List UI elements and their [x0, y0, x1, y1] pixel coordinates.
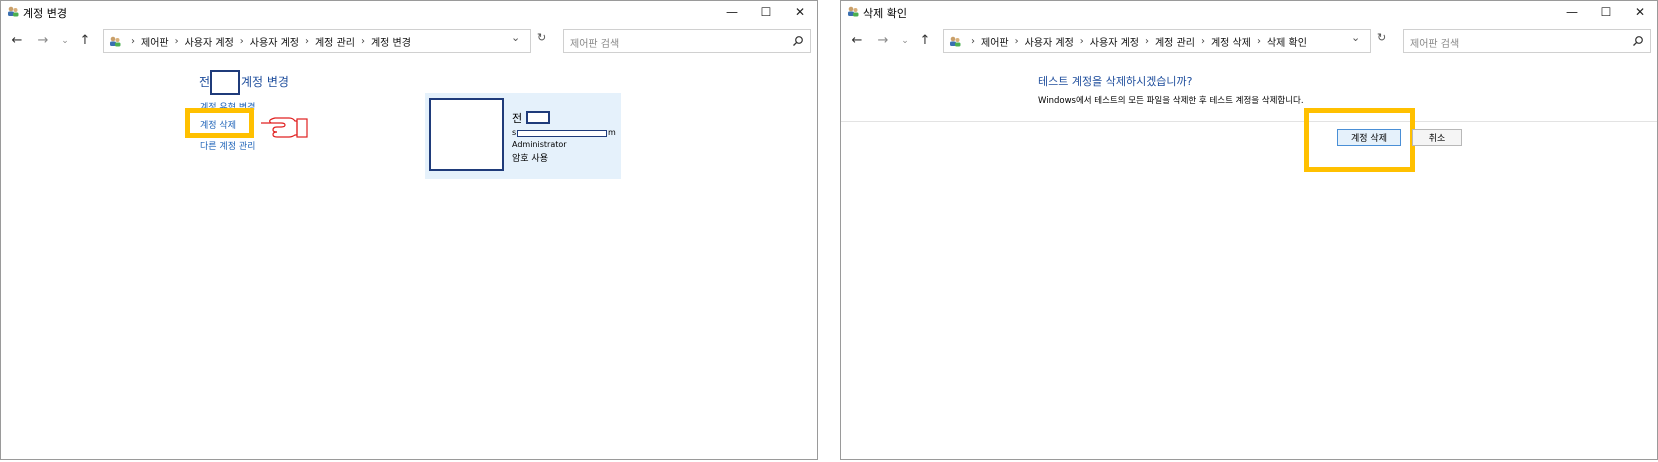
- manage-other-account-link[interactable]: 다른 계정 관리: [200, 139, 255, 152]
- breadcrumb-confirm-delete[interactable]: 삭제 확인: [1267, 34, 1307, 49]
- account-email-redaction: [517, 130, 607, 137]
- breadcrumb-delete-account[interactable]: 계정 삭제: [1211, 34, 1251, 49]
- breadcrumb-manage-accounts[interactable]: 계정 관리: [315, 34, 355, 49]
- change-account-window: 계정 변경 — ☐ ✕ ← → ⌄ ↑ › 제어판 › 사용자 계정 › 사용자 계정…: [0, 0, 818, 460]
- recent-dropdown-icon[interactable]: ⌄: [897, 33, 913, 49]
- account-email-suffix: m: [608, 128, 616, 137]
- delete-account-button[interactable]: 계정 삭제: [1337, 129, 1401, 146]
- highlight-box: [185, 108, 254, 138]
- account-type: Administrator: [512, 140, 567, 149]
- breadcrumb-control-panel[interactable]: 제어판: [981, 34, 1009, 49]
- user-accounts-icon: [8, 6, 19, 17]
- cancel-button[interactable]: 취소: [1412, 129, 1462, 146]
- breadcrumb-user-accounts-2[interactable]: 사용자 계정: [1090, 34, 1139, 49]
- minimize-button[interactable]: —: [1555, 1, 1589, 23]
- refresh-icon[interactable]: ↻: [537, 31, 546, 44]
- window-title: 삭제 확인: [863, 7, 907, 20]
- search-placeholder: 제어판 검색: [1410, 39, 1460, 50]
- breadcrumb-user-accounts-2[interactable]: 사용자 계정: [250, 34, 299, 49]
- up-arrow-icon[interactable]: ↑: [917, 33, 933, 49]
- account-password-status: 암호 사용: [512, 154, 548, 164]
- address-bar[interactable]: › 제어판 › 사용자 계정 › 사용자 계정 › 계정 관리 › 계정 삭제 › 삭제 확…: [943, 29, 1371, 53]
- back-arrow-icon[interactable]: ←: [9, 33, 25, 49]
- search-placeholder: 제어판 검색: [570, 39, 620, 50]
- window-title: 계정 변경: [23, 7, 67, 20]
- breadcrumb-user-accounts[interactable]: 사용자 계정: [1025, 34, 1074, 49]
- heading-suffix: 계정 변경: [241, 75, 289, 89]
- navigation-bar: ← → ⌄ ↑ › 제어판 › 사용자 계정 › 사용자 계정 › 계정 관리 › 계정 …: [1, 27, 817, 55]
- maximize-button[interactable]: ☐: [749, 1, 783, 23]
- title-bar: 삭제 확인 — ☐ ✕: [841, 1, 1657, 23]
- search-icon: [793, 36, 803, 46]
- back-arrow-icon[interactable]: ←: [849, 33, 865, 49]
- recent-dropdown-icon[interactable]: ⌄: [57, 33, 73, 49]
- breadcrumb: › 제어판 › 사용자 계정 › 사용자 계정 › 계정 관리 › 계정 삭제 › 삭제 확…: [971, 34, 1307, 49]
- up-arrow-icon[interactable]: ↑: [77, 33, 93, 49]
- user-accounts-icon: [110, 36, 121, 46]
- close-button[interactable]: ✕: [1623, 1, 1657, 23]
- confirm-description: Windows에서 테스트의 모든 파일을 삭제한 후 테스트 계정을 삭제합니…: [1038, 96, 1304, 106]
- breadcrumb-manage-accounts[interactable]: 계정 관리: [1155, 34, 1195, 49]
- search-icon: [1633, 36, 1643, 46]
- breadcrumb-control-panel[interactable]: 제어판: [141, 34, 169, 49]
- account-name-redaction: [526, 111, 550, 124]
- breadcrumb-change-account[interactable]: 계정 변경: [371, 34, 411, 49]
- breadcrumb: › 제어판 › 사용자 계정 › 사용자 계정 › 계정 관리 › 계정 변경: [131, 34, 411, 49]
- divider: [841, 121, 1657, 122]
- account-picture: [429, 98, 504, 171]
- breadcrumb-user-accounts[interactable]: 사용자 계정: [185, 34, 234, 49]
- redaction-box: [210, 70, 240, 95]
- maximize-button[interactable]: ☐: [1589, 1, 1623, 23]
- title-bar: 계정 변경 — ☐ ✕: [1, 1, 817, 23]
- minimize-button[interactable]: —: [715, 1, 749, 23]
- search-input[interactable]: 제어판 검색: [563, 29, 811, 53]
- page-heading: 전: [199, 73, 210, 90]
- delete-confirm-window: 삭제 확인 — ☐ ✕ ← → ⌄ ↑ › 제어판 › 사용자 계정 › 사용자 계정…: [840, 0, 1658, 460]
- account-name-prefix: 전: [512, 112, 523, 125]
- heading-prefix: 전: [199, 75, 211, 89]
- user-accounts-icon: [848, 6, 859, 17]
- close-button[interactable]: ✕: [783, 1, 817, 23]
- navigation-bar: ← → ⌄ ↑ › 제어판 › 사용자 계정 › 사용자 계정 › 계정 관리 › 계정 …: [841, 27, 1657, 55]
- refresh-icon[interactable]: ↻: [1377, 31, 1386, 44]
- address-bar[interactable]: › 제어판 › 사용자 계정 › 사용자 계정 › 계정 관리 › 계정 변경: [103, 29, 531, 53]
- account-email-prefix: s: [512, 128, 517, 137]
- search-input[interactable]: 제어판 검색: [1403, 29, 1651, 53]
- confirm-question: 테스트 계정을 삭제하시겠습니까?: [1038, 75, 1193, 88]
- pointing-hand-icon: [261, 117, 308, 138]
- chevron-down-icon[interactable]: ⌄: [511, 31, 520, 44]
- forward-arrow-icon[interactable]: →: [35, 33, 51, 49]
- chevron-down-icon[interactable]: ⌄: [1351, 31, 1360, 44]
- account-card: 전 s m Administrator 암호 사용: [425, 93, 621, 179]
- forward-arrow-icon[interactable]: →: [875, 33, 891, 49]
- user-accounts-icon: [950, 36, 961, 46]
